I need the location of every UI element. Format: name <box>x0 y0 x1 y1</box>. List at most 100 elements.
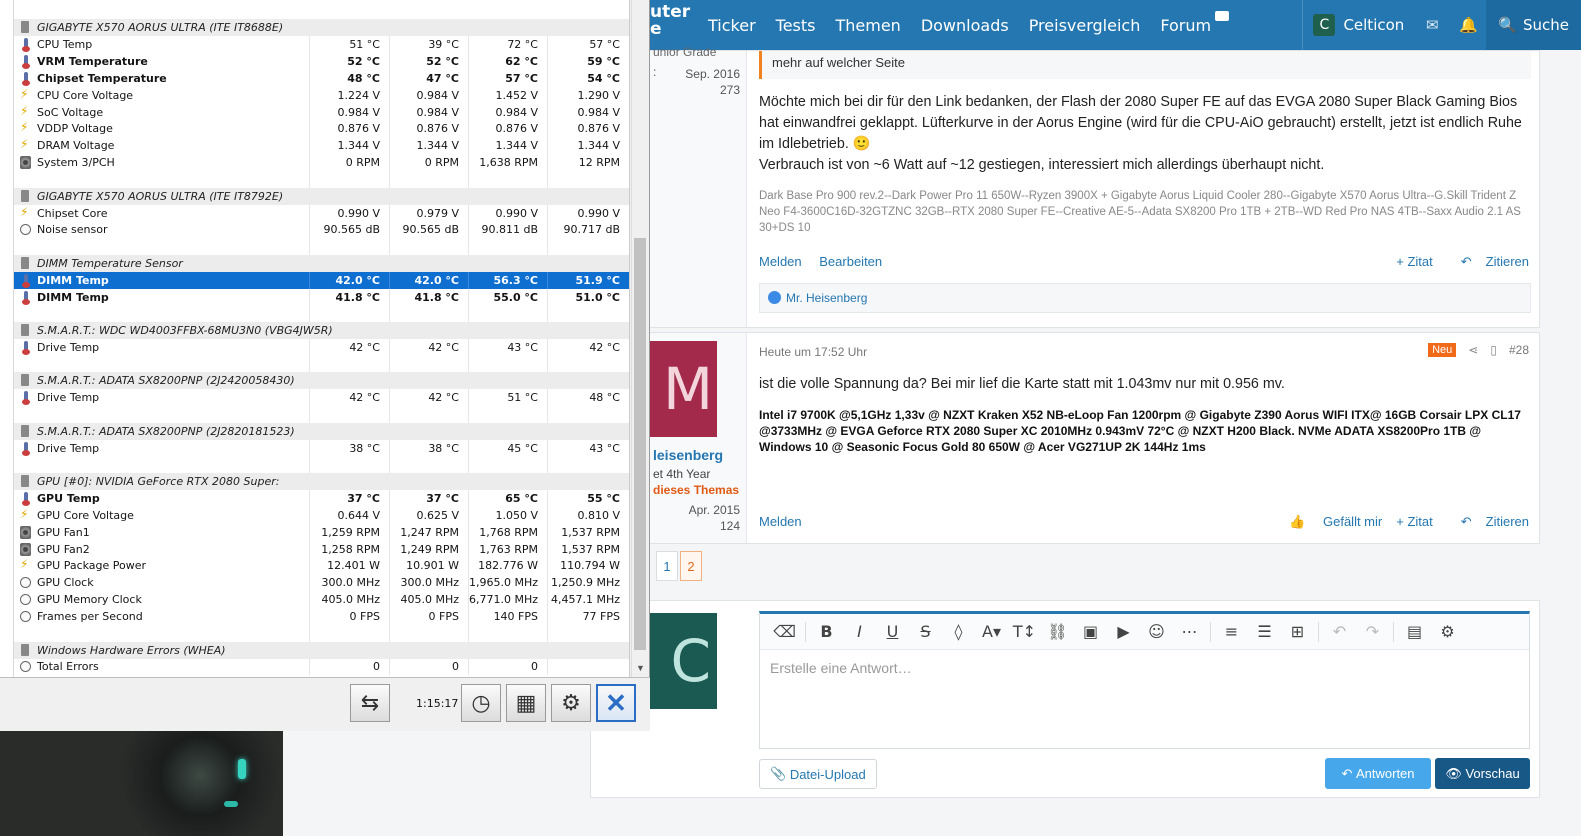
media-icon[interactable]: ▶ <box>1107 622 1140 641</box>
sensor-row[interactable]: CPU Core Voltage1.224 V0.984 V1.452 V1.2… <box>14 86 629 104</box>
save-draft-icon[interactable]: ▤ <box>1398 622 1431 641</box>
sensor-row[interactable]: GPU Fan2 1,258 RPM 1,249 RPM 1,763 RPM 1,537… <box>14 540 629 558</box>
settings-icon[interactable]: ⚙ <box>551 684 591 722</box>
list-icon[interactable]: ☰ <box>1248 622 1281 641</box>
more-icon[interactable]: ⋯ <box>1173 622 1206 641</box>
sensor-name: Chipset Core <box>14 204 310 222</box>
table-icon[interactable]: ⊞ <box>1281 622 1314 641</box>
sensor-row[interactable]: Total Errors 0 0 0 <box>14 658 629 676</box>
multiquote-link[interactable]: + Zitat <box>1396 254 1433 270</box>
page-1[interactable]: 1 <box>656 551 678 581</box>
scroll-down-icon[interactable]: ▼ <box>636 663 645 673</box>
sensor-group-header[interactable]: GIGABYTE X570 AORUS ULTRA (ITE IT8792E) <box>14 187 629 205</box>
reply-editor[interactable]: ⌫ B I U S ◊ A▾ T↕ ⛓ ▣ ▶ ☺ ⋯ ≡ ☰ ⊞ ↶ ↷ ▤ … <box>759 611 1530 749</box>
sensor-row[interactable]: GPU Core Voltage0.644 V0.625 V1.050 V0.8… <box>14 506 629 524</box>
nav-themen[interactable]: Themen <box>835 16 900 35</box>
site-logo[interactable]: uter e <box>650 4 690 38</box>
sensor-row[interactable]: VDDP Voltage0.876 V0.876 V0.876 V0.876 V <box>14 120 629 138</box>
sensor-group-header[interactable]: S.M.A.R.T.: ADATA SX8200PNP (2J282018152… <box>14 422 629 440</box>
color-icon[interactable]: ◊ <box>942 622 975 641</box>
redo-icon[interactable]: ↷ <box>1356 622 1389 641</box>
align-icon[interactable]: ≡ <box>1215 622 1248 641</box>
sensor-row[interactable]: Drive Temp 42 °C 42 °C 43 °C 42 °C <box>14 338 629 356</box>
sensor-row[interactable]: Drive Temp 38 °C 38 °C 45 °C 43 °C <box>14 439 629 457</box>
preview-button[interactable]: 👁 Vorschau <box>1435 758 1530 789</box>
nav-downloads[interactable]: Downloads <box>921 16 1009 35</box>
network-icon[interactable]: ⇆ <box>350 684 390 722</box>
sensor-row[interactable]: DRAM Voltage1.344 V1.344 V1.344 V1.344 V <box>14 137 629 155</box>
search-button[interactable]: 🔍 Suche <box>1486 0 1581 50</box>
avatar[interactable]: M <box>649 341 717 437</box>
max-value: 1.050 V <box>469 506 548 524</box>
share-icon[interactable]: ⋖ <box>1468 343 1478 357</box>
sensor-group-header[interactable]: DIMM Temperature Sensor <box>14 254 629 272</box>
reply-quote-link[interactable]: ↶ Zitieren <box>1447 254 1529 270</box>
font-size-icon[interactable]: A▾ <box>975 622 1008 641</box>
reply-quote-link[interactable]: ↶ Zitieren <box>1447 514 1529 530</box>
nav-ticker[interactable]: Ticker <box>708 16 756 35</box>
report-link[interactable]: Melden <box>759 514 802 529</box>
font-family-icon[interactable]: T↕ <box>1008 622 1041 641</box>
sensor-row[interactable]: CPU Temp 51 °C 39 °C 72 °C 57 °C <box>14 35 629 53</box>
sensor-row[interactable]: DIMM Temp 42.0 °C 42.0 °C 56.3 °C 51.9 °C <box>14 271 629 289</box>
scrollbar-thumb[interactable] <box>634 238 646 650</box>
sensor-row[interactable]: GPU Memory Clock 405.0 MHz 405.0 MHz 6,771.… <box>14 591 629 609</box>
sensor-row[interactable]: DIMM Temp 41.8 °C 41.8 °C 55.0 °C 51.0 °C <box>14 288 629 306</box>
nav-tests[interactable]: Tests <box>776 16 816 35</box>
sensor-group-header[interactable]: GPU [#0]: NVIDIA GeForce RTX 2080 Super: <box>14 472 629 490</box>
sensor-row[interactable]: GPU Temp 37 °C 37 °C 65 °C 55 °C <box>14 489 629 507</box>
reply-textarea[interactable]: Erstelle eine Antwort… <box>760 650 1529 686</box>
average-value: 43 °C <box>548 440 629 457</box>
bell-icon[interactable]: 🔔 <box>1450 0 1486 50</box>
multiquote-link[interactable]: + Zitat <box>1396 514 1433 530</box>
sensor-row[interactable]: System 3/PCH 0 RPM 0 RPM 1,638 RPM 12 RPM <box>14 154 629 172</box>
bold-icon[interactable]: B <box>810 622 843 641</box>
clock-icon[interactable]: ◷ <box>461 684 501 722</box>
upload-button[interactable]: 📎 Datei-Upload <box>759 759 877 789</box>
nav-preisvergleich[interactable]: Preisvergleich <box>1029 16 1141 35</box>
report-link[interactable]: Melden <box>759 254 802 269</box>
envelope-icon[interactable]: ✉ <box>1414 0 1450 50</box>
post-time[interactable]: Heute um 17:52 Uhr <box>759 345 867 359</box>
eraser-icon[interactable]: ⌫ <box>768 622 801 641</box>
sensor-group-header[interactable]: Windows Hardware Errors (WHEA) <box>14 641 629 659</box>
sensor-row[interactable]: GPU Fan1 1,259 RPM 1,247 RPM 1,768 RPM 1,537… <box>14 523 629 541</box>
reaction-bar[interactable]: Mr. Heisenberg <box>759 283 1531 313</box>
current-value: 1,259 RPM <box>310 523 390 541</box>
edit-link[interactable]: Bearbeiten <box>819 254 882 269</box>
smiley-icon[interactable]: ☺ <box>1140 622 1173 641</box>
strikethrough-icon[interactable]: S <box>909 622 942 641</box>
close-icon[interactable]: ✕ <box>596 684 636 722</box>
sensor-row[interactable]: VRM Temperature 52 °C 52 °C 62 °C 59 °C <box>14 52 629 70</box>
log-file-icon[interactable]: ▦ <box>506 684 546 722</box>
sensor-group-header[interactable]: GIGABYTE X570 AORUS ULTRA (ITE IT8688E) <box>14 19 629 36</box>
sensor-row[interactable]: GPU Package Power12.401 W10.901 W182.776… <box>14 557 629 575</box>
sensor-row[interactable]: Frames per Second 0 FPS 0 FPS 140 FPS 77 FPS <box>14 608 629 626</box>
undo-icon[interactable]: ↶ <box>1323 622 1356 641</box>
chat-icon[interactable] <box>1215 11 1230 21</box>
sensor-row[interactable]: Chipset Temperature 48 °C 47 °C 57 °C 54 °C <box>14 69 629 87</box>
vertical-scrollbar[interactable]: ▼ <box>631 0 648 677</box>
image-icon[interactable]: ▣ <box>1074 622 1107 641</box>
reaction-user[interactable]: Mr. Heisenberg <box>786 291 867 305</box>
min-value: 0 FPS <box>390 608 469 626</box>
sensor-row[interactable]: Chipset Core0.990 V0.979 V0.990 V0.990 V <box>14 204 629 222</box>
link-icon[interactable]: ⛓ <box>1041 622 1074 641</box>
post-number[interactable]: #28 <box>1509 343 1529 357</box>
sensor-row[interactable]: Noise sensor 90.565 dB 90.565 dB 90.811 dB 9… <box>14 221 629 239</box>
submit-reply-button[interactable]: ↶ Antworten <box>1325 758 1431 789</box>
like-link[interactable]: 👍 Gefällt mir <box>1275 514 1382 530</box>
sensor-row[interactable]: SoC Voltage0.984 V0.984 V0.984 V0.984 V <box>14 103 629 121</box>
username[interactable]: leisenberg <box>653 447 723 463</box>
user-menu[interactable]: C Celticon <box>1302 0 1414 50</box>
bookmark-icon[interactable]: ▯ <box>1490 343 1497 357</box>
underline-icon[interactable]: U <box>876 622 909 641</box>
sensor-group-header[interactable]: S.M.A.R.T.: WDC WD4003FFBX-68MU3N0 (VBG4… <box>14 322 629 339</box>
sensor-row[interactable]: GPU Clock 300.0 MHz 300.0 MHz 1,965.0 MHz 1,… <box>14 574 629 592</box>
sensor-group-header[interactable]: S.M.A.R.T.: ADATA SX8200PNP (2J242005843… <box>14 372 629 390</box>
sensor-row[interactable]: Drive Temp 42 °C 42 °C 51 °C 48 °C <box>14 389 629 407</box>
page-2[interactable]: 2 <box>680 551 702 581</box>
italic-icon[interactable]: I <box>843 622 876 641</box>
nav-forum[interactable]: Forum <box>1160 16 1211 35</box>
settings-icon[interactable]: ⚙ <box>1431 622 1464 641</box>
